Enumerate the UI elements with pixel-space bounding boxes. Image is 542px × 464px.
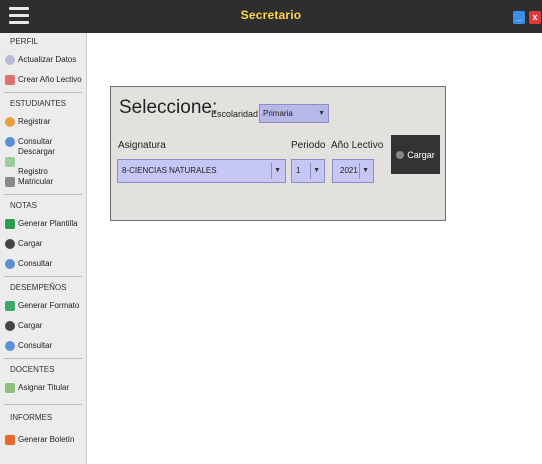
section-header-estudiantes: ESTUDIANTES (10, 99, 67, 108)
sidebar-item-actualizar-datos[interactable]: Actualizar Datos (0, 50, 86, 70)
escolaridad-select[interactable]: Primaria ▼ (259, 104, 329, 123)
upload-cloud-icon (396, 150, 405, 159)
upload-cloud-icon (5, 321, 15, 331)
divider (4, 276, 82, 277)
escolaridad-label: Escolaridad (211, 109, 259, 119)
asignatura-select[interactable]: 8-CIENCIAS NATURALES ▼ (117, 159, 286, 183)
divider (4, 92, 82, 93)
sidebar-item-label: Consultar (18, 341, 53, 350)
chevron-down-icon: ▼ (318, 110, 325, 117)
sidebar-item-label: Generar Boletín (18, 435, 75, 444)
search-icon (5, 341, 15, 351)
divider (4, 194, 82, 195)
asignatura-value: 8-CIENCIAS NATURALES (122, 166, 217, 175)
sidebar-item-cargar-notas[interactable]: Cargar (0, 234, 86, 254)
chevron-down-icon: ▼ (313, 167, 320, 174)
sidebar-item-cargar-desempenos[interactable]: Cargar (0, 316, 86, 336)
sidebar-item-label: Registrar (18, 117, 51, 126)
flag-icon (5, 383, 15, 393)
ano-lectivo-select[interactable]: 2021 ▼ (332, 159, 374, 183)
sidebar-item-label: Generar Formato (18, 301, 80, 310)
sidebar-item-descargar-registro[interactable]: Descargar Registro (0, 147, 86, 176)
group-icon (5, 177, 15, 187)
sidebar-item-label: Consultar (18, 259, 53, 268)
panel-heading: Seleccione: (119, 97, 218, 118)
chevron-down-icon: ▼ (362, 167, 369, 174)
section-header-docentes: DOCENTES (10, 365, 55, 374)
periodo-value: 1 (296, 166, 301, 175)
ano-lectivo-value: 2021 (340, 166, 358, 175)
sidebar-item-label: Cargar (18, 239, 43, 248)
search-icon (5, 137, 15, 147)
search-icon (5, 259, 15, 269)
sidebar-item-asignar-titular[interactable]: Asignar Titular (0, 378, 86, 398)
sidebar-item-generar-formato[interactable]: Generar Formato (0, 296, 86, 316)
calendar-icon (5, 75, 15, 85)
selection-panel: Seleccione: Escolaridad Primaria ▼ Asign… (110, 86, 446, 221)
periodo-select[interactable]: 1 ▼ (291, 159, 325, 183)
periodo-label: Periodo (291, 140, 326, 151)
sidebar-item-label: Generar Plantilla (18, 219, 78, 228)
cargar-button[interactable]: Cargar (391, 135, 440, 174)
asignatura-label: Asignatura (118, 140, 166, 151)
title-bar: Secretario _ x (0, 0, 542, 33)
user-edit-icon (5, 55, 15, 65)
divider (4, 358, 82, 359)
sidebar-item-registrar[interactable]: Registrar (0, 112, 86, 132)
combo-divider (359, 163, 360, 179)
sidebar-item-label: Matricular (18, 177, 54, 186)
sidebar-item-consultar-notas[interactable]: Consultar (0, 254, 86, 274)
sidebar-item-label: Crear Año Lectivo (18, 75, 82, 84)
escolaridad-value: Primaria (263, 109, 293, 118)
close-button[interactable]: x (529, 11, 541, 24)
sidebar-item-label: Asignar Titular (18, 383, 70, 392)
section-header-perfil: PERFIL (10, 37, 39, 46)
sidebar-item-label: Actualizar Datos (18, 55, 77, 64)
sidebar: PERFIL Actualizar Datos Crear Año Lectiv… (0, 33, 87, 464)
excel-icon (5, 219, 15, 229)
divider (4, 404, 82, 405)
window-title: Secretario (240, 8, 302, 22)
sidebar-item-crear-ano-lectivo[interactable]: Crear Año Lectivo (0, 70, 86, 90)
section-header-notas: NOTAS (10, 201, 37, 210)
combo-divider (310, 163, 311, 179)
minimize-button[interactable]: _ (513, 11, 525, 24)
sidebar-item-generar-plantilla[interactable]: Generar Plantilla (0, 214, 86, 234)
combo-divider (271, 163, 272, 179)
sidebar-item-label: Cargar (18, 321, 43, 330)
section-header-desempenos: DESEMPEÑOS (10, 283, 67, 292)
download-icon (5, 157, 15, 167)
section-header-informes: INFORMES (10, 413, 53, 422)
chevron-down-icon: ▼ (274, 167, 281, 174)
sidebar-item-generar-boletin[interactable]: Generar Boletín (0, 430, 86, 450)
document-icon (5, 301, 15, 311)
sidebar-item-consultar-desempenos[interactable]: Consultar (0, 336, 86, 356)
cargar-label: Cargar (407, 149, 435, 160)
report-icon (5, 435, 15, 445)
ano-lectivo-label: Año Lectivo (331, 140, 384, 151)
student-icon (5, 117, 15, 127)
upload-cloud-icon (5, 239, 15, 249)
